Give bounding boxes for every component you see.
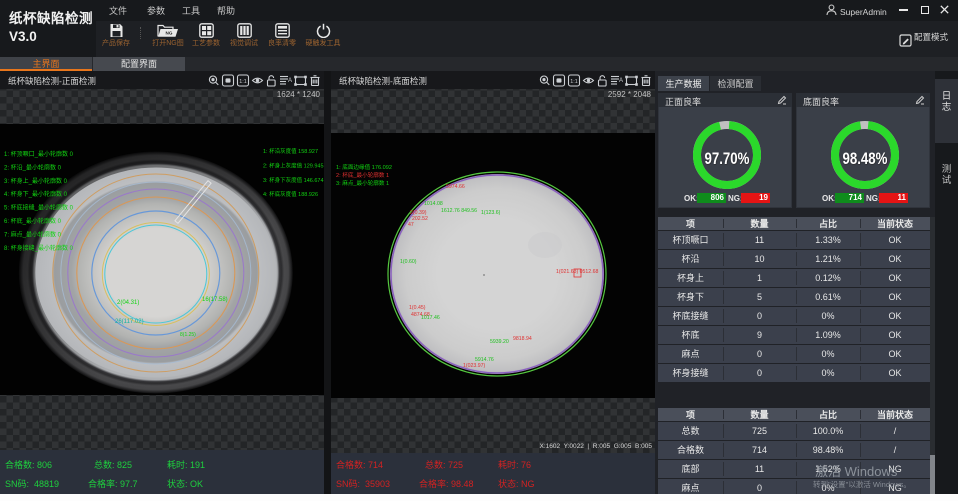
- svg-text:1017.46: 1017.46: [421, 314, 440, 321]
- svg-text:5974.66: 5974.66: [446, 183, 465, 190]
- svg-text:NG: NG: [166, 30, 173, 35]
- svg-text:6: 杯底_最小轮廓数 0: 6: 杯底_最小轮廓数 0: [4, 216, 62, 225]
- svg-text:8(1.25): 8(1.25): [180, 331, 196, 338]
- svg-text:8: 杯身接缝_最小轮廓数 0: 8: 杯身接缝_最小轮廓数 0: [4, 243, 74, 252]
- svg-text:A: A: [288, 78, 292, 84]
- svg-text:26(117.02): 26(117.02): [115, 316, 144, 325]
- svg-text:1: 杯顶噘口_最小轮廓数 0: 1: 杯顶噘口_最小轮廓数 0: [4, 149, 74, 158]
- svg-text:2: 杯身上灰度值 129.945: 2: 杯身上灰度值 129.945: [263, 161, 324, 169]
- svg-text:A: A: [619, 78, 623, 84]
- svg-text:4: 杯底灰度值 188.926: 4: 杯底灰度值 188.926: [263, 190, 318, 198]
- svg-text:16(17.58): 16(17.58): [202, 294, 228, 303]
- svg-text:2(04.31): 2(04.31): [117, 297, 139, 306]
- svg-text:3: 麻点_最小轮廓数 1: 3: 麻点_最小轮廓数 1: [336, 179, 389, 187]
- svg-text:2: 杯底_最小轮廓数 1: 2: 杯底_最小轮廓数 1: [336, 171, 389, 179]
- svg-text:3: 杯身上_最小轮廓数 0: 3: 杯身上_最小轮廓数 0: [4, 176, 68, 185]
- svg-text:2: 杯沿_最小轮廓数 0: 2: 杯沿_最小轮廓数 0: [4, 162, 62, 171]
- svg-text:1: 杯沿灰度值 158.927: 1: 杯沿灰度值 158.927: [263, 147, 318, 155]
- svg-text:1:1: 1:1: [239, 79, 247, 85]
- svg-text:3: 杯身下灰度值 146.674: 3: 杯身下灰度值 146.674: [263, 176, 324, 184]
- svg-text:1: 底面边缘值 176.092: 1: 底面边缘值 176.092: [336, 163, 392, 171]
- svg-text:202.52: 202.52: [412, 215, 428, 222]
- svg-text:5939.20: 5939.20: [490, 338, 509, 345]
- svg-text:1612.76 849.56: 1612.76 849.56: [441, 207, 477, 214]
- svg-text:1014.08: 1014.08: [424, 200, 443, 207]
- svg-text:1(023.97): 1(023.97): [463, 362, 485, 369]
- svg-text:1(0.60): 1(0.60): [400, 258, 417, 265]
- svg-text:4: 杯身下_最小轮廓数 0: 4: 杯身下_最小轮廓数 0: [4, 189, 68, 198]
- svg-text:47: 47: [408, 221, 414, 228]
- svg-text:1(123.6): 1(123.6): [481, 209, 501, 216]
- svg-text:9818.94: 9818.94: [513, 335, 532, 342]
- svg-text:1(021.63) 0512.68: 1(021.63) 0512.68: [556, 268, 599, 275]
- svg-text:1:1: 1:1: [570, 79, 578, 85]
- svg-text:1(0.45): 1(0.45): [409, 304, 426, 311]
- svg-text:7: 麻点_最小轮廓数 0: 7: 麻点_最小轮廓数 0: [4, 229, 62, 238]
- svg-text:5: 杯底接缝_最小轮廓数 0: 5: 杯底接缝_最小轮廓数 0: [4, 203, 74, 212]
